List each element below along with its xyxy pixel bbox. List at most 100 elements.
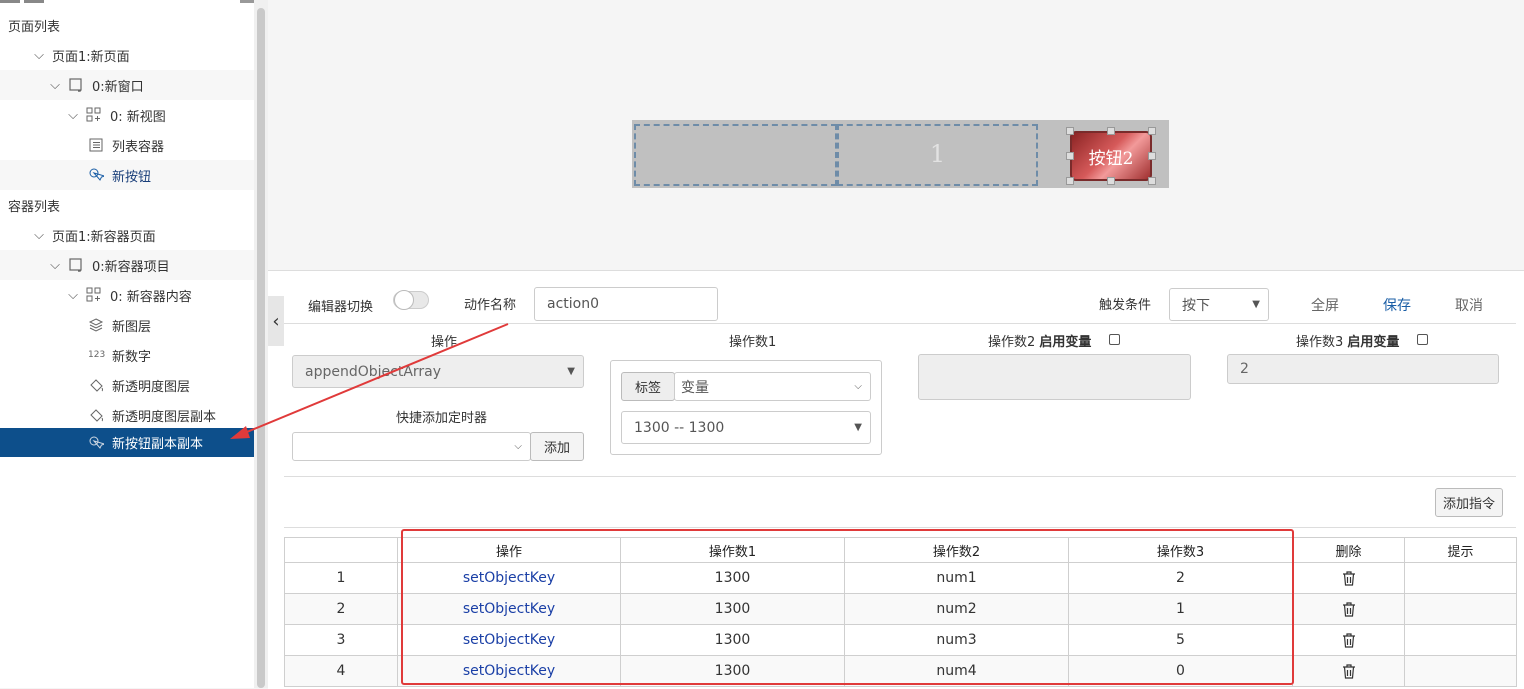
tree-item-container-page[interactable]: ⌵ 页面1:新容器页面 (0, 220, 254, 250)
scrollbar-thumb[interactable] (257, 8, 265, 688)
tree-item-label: 页面1:新页面 (52, 49, 130, 65)
operand1-value-select[interactable]: 1300 -- 1300 ▼ (621, 411, 871, 444)
operand2-textarea[interactable] (918, 354, 1191, 400)
row-operand2[interactable]: num2 (844, 593, 1069, 625)
row-operand1[interactable]: 1300 (620, 593, 845, 625)
chevron-down-icon[interactable]: ⌵ (66, 288, 80, 303)
resize-handle[interactable] (1148, 152, 1156, 160)
operand1-type-value: 变量 (681, 379, 709, 396)
tree-item-list-container[interactable]: 列表容器 (0, 130, 254, 160)
tree-item-page1[interactable]: ⌵ 页面1:新页面 (0, 40, 254, 70)
row-operand2[interactable]: num4 (844, 655, 1069, 687)
add-command-button[interactable]: 添加指令 (1435, 488, 1503, 517)
tree-item-opacity-layer[interactable]: 新透明度图层 (0, 370, 254, 400)
row-operand1[interactable]: 1300 (620, 624, 845, 656)
operand1-label: 操作数1 (729, 335, 777, 350)
tree-item-container-content[interactable]: ⌵ 0: 新容器内容 (0, 280, 254, 310)
table-row[interactable]: 1 setObjectKey 1300 num1 2 (284, 562, 1517, 594)
menu-icon[interactable] (240, 0, 254, 3)
preview-number-slot[interactable]: 1 (837, 124, 1038, 186)
grid-view-icon (86, 287, 102, 303)
row-hint (1404, 593, 1517, 625)
row-operand3[interactable]: 2 (1068, 562, 1293, 594)
row-operand3[interactable]: 0 (1068, 655, 1293, 687)
row-operand3[interactable]: 1 (1068, 593, 1293, 625)
row-operation[interactable]: setObjectKey (397, 655, 621, 687)
trash-icon[interactable] (1342, 663, 1356, 679)
row-operand1[interactable]: 1300 (620, 655, 845, 687)
operand1-type-select[interactable]: 变量 ⌵ (674, 372, 871, 401)
operand1-value: 1300 -- 1300 (634, 419, 725, 436)
chevron-down-icon[interactable]: ⌵ (32, 48, 46, 63)
tree-item-number[interactable]: 123 新数字 (0, 340, 254, 370)
tree-item-button-copy-copy[interactable]: 新按钮副本副本 (0, 428, 254, 457)
row-operand2[interactable]: num3 (844, 624, 1069, 656)
collapse-panel-button[interactable]: ‹ (268, 296, 284, 346)
table-row[interactable]: 3 setObjectKey 1300 num3 5 (284, 624, 1517, 656)
table-header-row: 操作 操作数1 操作数2 操作数3 删除 提示 (284, 537, 1517, 563)
row-operand3[interactable]: 5 (1068, 624, 1293, 656)
column-header (284, 537, 398, 563)
tree-item-layer[interactable]: 新图层 (0, 310, 254, 340)
tree-item-new-button[interactable]: 新按钮 (0, 160, 254, 190)
tree-item-label: 新透明度图层 (112, 379, 191, 395)
row-operation[interactable]: setObjectKey (397, 562, 621, 594)
add-timer-button[interactable]: 添加 (530, 432, 584, 461)
resize-handle[interactable] (1107, 127, 1115, 135)
row-operation[interactable]: setObjectKey (397, 593, 621, 625)
tree-item-window[interactable]: ⌵ 0:新窗口 (0, 70, 254, 100)
save-button[interactable]: 保存 (1383, 295, 1411, 315)
tree-item-container-item[interactable]: ⌵ 0:新容器项目 (0, 250, 254, 280)
action-name-input[interactable]: action0 (534, 287, 718, 321)
add-button-label: 添加 (543, 441, 570, 456)
chevron-down-icon[interactable]: ⌵ (48, 258, 62, 273)
operand3-input[interactable]: 2 (1227, 354, 1499, 384)
trash-icon[interactable] (1342, 570, 1356, 586)
row-delete-cell (1292, 655, 1405, 687)
quick-timer-select[interactable]: ⌵ (292, 432, 531, 461)
fullscreen-button[interactable]: 全屏 (1311, 295, 1339, 315)
chevron-down-icon[interactable]: ⌵ (32, 228, 46, 243)
operand2-enable-var-checkbox[interactable] (1109, 334, 1120, 345)
tree-item-view[interactable]: ⌵ 0: 新视图 (0, 100, 254, 130)
resize-handle[interactable] (1148, 127, 1156, 135)
sidebar-scrollbar[interactable] (254, 0, 268, 688)
row-operand2[interactable]: num1 (844, 562, 1069, 594)
row-operand1[interactable]: 1300 (620, 562, 845, 594)
operand2-label-text: 操作数2 (988, 335, 1036, 350)
operand3-enable-var-checkbox[interactable] (1417, 334, 1428, 345)
resize-handle[interactable] (1066, 177, 1074, 185)
row-delete-cell (1292, 624, 1405, 656)
trash-icon[interactable] (1342, 632, 1356, 648)
table-row[interactable]: 2 setObjectKey 1300 num2 1 (284, 593, 1517, 625)
chevron-down-icon[interactable]: ⌵ (66, 108, 80, 123)
trigger-value: 按下 (1182, 297, 1210, 314)
row-hint (1404, 562, 1517, 594)
resize-handle[interactable] (1148, 177, 1156, 185)
operand1-tag-button[interactable]: 标签 (621, 372, 675, 401)
preview-button[interactable]: 按钮2 (1070, 131, 1152, 181)
toolbar-stub (24, 0, 44, 3)
row-index: 2 (284, 593, 398, 625)
chevron-down-icon: ⌵ (514, 441, 522, 452)
resize-handle[interactable] (1066, 152, 1074, 160)
chevron-down-icon[interactable]: ⌵ (48, 78, 62, 93)
operand3-label-text: 操作数3 (1296, 335, 1344, 350)
chevron-down-icon: ⌵ (854, 381, 862, 392)
trash-icon[interactable] (1342, 601, 1356, 617)
cancel-button[interactable]: 取消 (1455, 295, 1483, 315)
window-icon (68, 257, 84, 273)
row-operation[interactable]: setObjectKey (397, 624, 621, 656)
editor-toggle[interactable] (393, 290, 429, 310)
tree-item-label: 新图层 (112, 319, 152, 335)
tree-item-opacity-layer-copy[interactable]: 新透明度图层副本 (0, 400, 254, 430)
resize-handle[interactable] (1066, 127, 1074, 135)
trigger-select[interactable]: 按下 ▼ (1169, 288, 1269, 321)
row-index: 4 (284, 655, 398, 687)
table-row[interactable]: 4 setObjectKey 1300 num4 0 (284, 655, 1517, 687)
row-index: 1 (284, 562, 398, 594)
resize-handle[interactable] (1107, 177, 1115, 185)
paint-bucket-icon (88, 407, 104, 423)
preview-list-slot[interactable] (634, 124, 837, 186)
column-header: 操作 (397, 537, 621, 563)
